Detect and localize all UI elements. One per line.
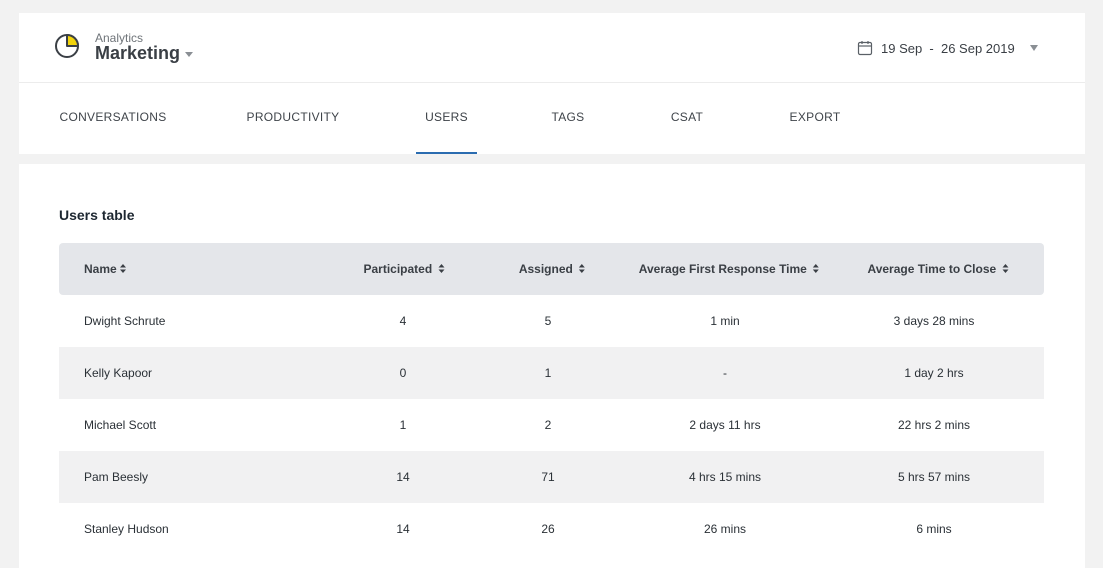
cell-time-to-close: 3 days 28 mins: [893, 314, 975, 328]
cell-first-response: 1 min: [710, 314, 740, 328]
pie-chart-logo-icon: [55, 34, 79, 58]
table-header: Name Participated Assigned Average First…: [59, 243, 1044, 295]
column-header-label[interactable]: Average First Response Time: [639, 262, 807, 276]
cell-name: Michael Scott: [84, 418, 157, 432]
cell-first-response: 26 mins: [703, 522, 747, 536]
tab-tags[interactable]: TAGS: [540, 84, 596, 154]
cell-assigned: 26: [541, 522, 555, 536]
tab-productivity[interactable]: PRODUCTIVITY: [241, 84, 345, 154]
cell-assigned: 71: [541, 470, 555, 484]
cell-participated: 14: [396, 522, 410, 536]
top-bar: Analytics Marketing 19 Sep - 26 Sep 2019: [19, 13, 1085, 83]
column-header-assigned[interactable]: Assigned: [519, 243, 586, 295]
chevron-down-icon[interactable]: [185, 52, 194, 57]
cell-first-response: 4 hrs 15 mins: [688, 470, 762, 484]
cell-first-response: -: [723, 366, 727, 380]
calendar-icon: [857, 41, 873, 56]
cell-participated: 4: [399, 314, 407, 328]
column-header-label[interactable]: Participated: [363, 262, 432, 276]
users-panel: Users table Name Participated Assigned A…: [19, 164, 1085, 568]
cell-time-to-close: 5 hrs 57 mins: [897, 470, 971, 484]
column-header-participated[interactable]: Participated: [363, 243, 445, 295]
tab-conversations[interactable]: CONVERSATIONS: [51, 84, 175, 154]
cell-participated: 1: [399, 418, 407, 432]
cell-time-to-close: 6 mins: [916, 522, 952, 536]
sort-icon[interactable]: [438, 264, 445, 274]
date-range-picker[interactable]: 19 Sep - 26 Sep 2019: [857, 39, 1038, 57]
cell-assigned: 2: [544, 418, 552, 432]
tab-export[interactable]: EXPORT: [778, 84, 852, 154]
cell-name: Stanley Hudson: [84, 522, 169, 536]
table-row: Kelly Kapoor 0 1 - 1 day 2 hrs: [59, 347, 1044, 399]
column-header-name[interactable]: Name: [84, 243, 126, 295]
cell-first-response: 2 days 11 hrs: [689, 418, 761, 432]
cell-assigned: 5: [544, 314, 552, 328]
cell-participated: 14: [396, 470, 410, 484]
table-row: Stanley Hudson 14 26 26 mins 6 mins: [59, 503, 1044, 555]
table-row: Michael Scott 1 2 2 days 11 hrs 22 hrs 2…: [59, 399, 1044, 451]
cell-name: Dwight Schrute: [84, 314, 166, 328]
cell-name: Kelly Kapoor: [84, 366, 153, 380]
column-header-time-to-close[interactable]: Average Time to Close: [867, 243, 1009, 295]
app-switcher[interactable]: Marketing: [95, 43, 194, 64]
cell-time-to-close: 1 day 2 hrs: [904, 366, 964, 380]
sort-icon[interactable]: [1002, 264, 1009, 274]
date-range-text[interactable]: 19 Sep - 26 Sep 2019: [881, 41, 1015, 56]
cell-participated: 0: [399, 366, 407, 380]
table-row: Dwight Schrute 4 5 1 min 3 days 28 mins: [59, 295, 1044, 347]
cell-assigned: 1: [544, 366, 552, 380]
table-row: Pam Beesly 14 71 4 hrs 15 mins 5 hrs 57 …: [59, 451, 1044, 503]
users-table: Name Participated Assigned Average First…: [59, 243, 1044, 555]
cell-name: Pam Beesly: [84, 470, 149, 484]
tab-csat[interactable]: CSAT: [659, 84, 715, 154]
sort-icon[interactable]: [579, 264, 586, 274]
cell-time-to-close: 22 hrs 2 mins: [897, 418, 971, 432]
app-name[interactable]: Marketing: [95, 43, 180, 64]
column-header-label[interactable]: Average Time to Close: [867, 262, 996, 276]
section-title: Users table: [59, 207, 135, 223]
analytics-header: Analytics Marketing 19 Sep - 26 Sep 2019…: [19, 13, 1085, 154]
column-header-first-response[interactable]: Average First Response Time: [639, 243, 820, 295]
chevron-down-icon[interactable]: [1029, 45, 1038, 51]
column-header-label[interactable]: Assigned: [519, 262, 573, 276]
column-header-label[interactable]: Name: [84, 262, 117, 276]
tab-users[interactable]: USERS: [416, 84, 477, 154]
sort-icon[interactable]: [813, 264, 820, 274]
sort-icon[interactable]: [119, 264, 126, 274]
